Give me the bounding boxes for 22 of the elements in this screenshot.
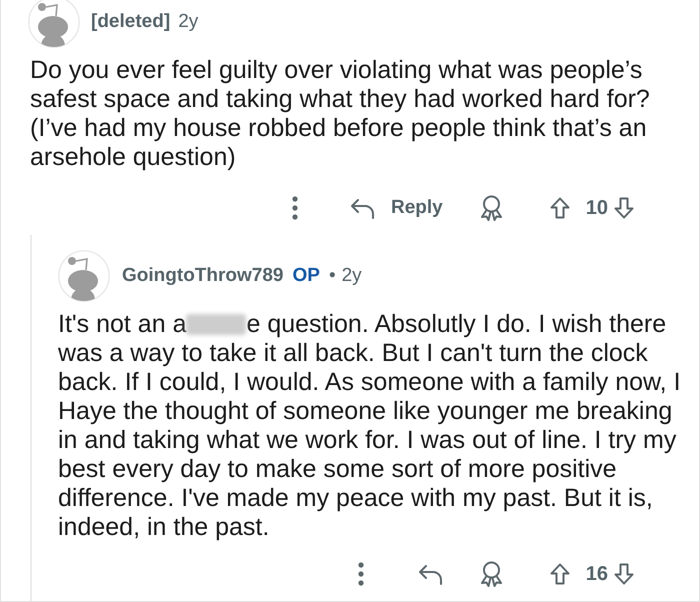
avatar-icon xyxy=(58,250,110,302)
more-icon xyxy=(292,196,298,220)
award-icon xyxy=(478,561,504,587)
upvote-icon xyxy=(550,197,570,219)
reply-arrow-icon xyxy=(350,198,375,218)
downvote-icon xyxy=(614,563,634,585)
upvote-icon xyxy=(550,563,570,585)
comment-age: 2y xyxy=(178,10,198,34)
comment-text: It's not an a e question. Absolutly I do. I wish there was a way to take it all back. But I can't turn the clock back. If I could, I would. As someone with a family now, I Haye the thought of someone like younger me breaking in and taking what we work for. I was out of line. I try my best every day to make some sort of more positive difference. I've made my peace with my past. But it is, indeed, in the past. xyxy=(58,310,682,542)
reply-arrow-icon xyxy=(418,564,443,584)
comment-text: Do you ever feel guilty over violating what was people’s safest space and taking what they had worked hard for? (I’ve had my house robbed before people think that’s an arsehole question) xyxy=(30,56,651,172)
op-label: OP xyxy=(292,264,320,288)
more-icon xyxy=(358,562,364,586)
vote-score: 10 xyxy=(586,196,608,221)
separator-dot: • xyxy=(328,264,336,288)
award-icon xyxy=(478,195,504,221)
reply-button[interactable]: Reply xyxy=(346,190,447,226)
comment-age: 2y xyxy=(342,264,362,288)
author-name[interactable]: [deleted] xyxy=(91,8,170,36)
vote-score: 16 xyxy=(586,562,608,587)
downvote-icon xyxy=(614,197,634,219)
author-name[interactable]: GoingtoThrow789 xyxy=(122,262,284,290)
